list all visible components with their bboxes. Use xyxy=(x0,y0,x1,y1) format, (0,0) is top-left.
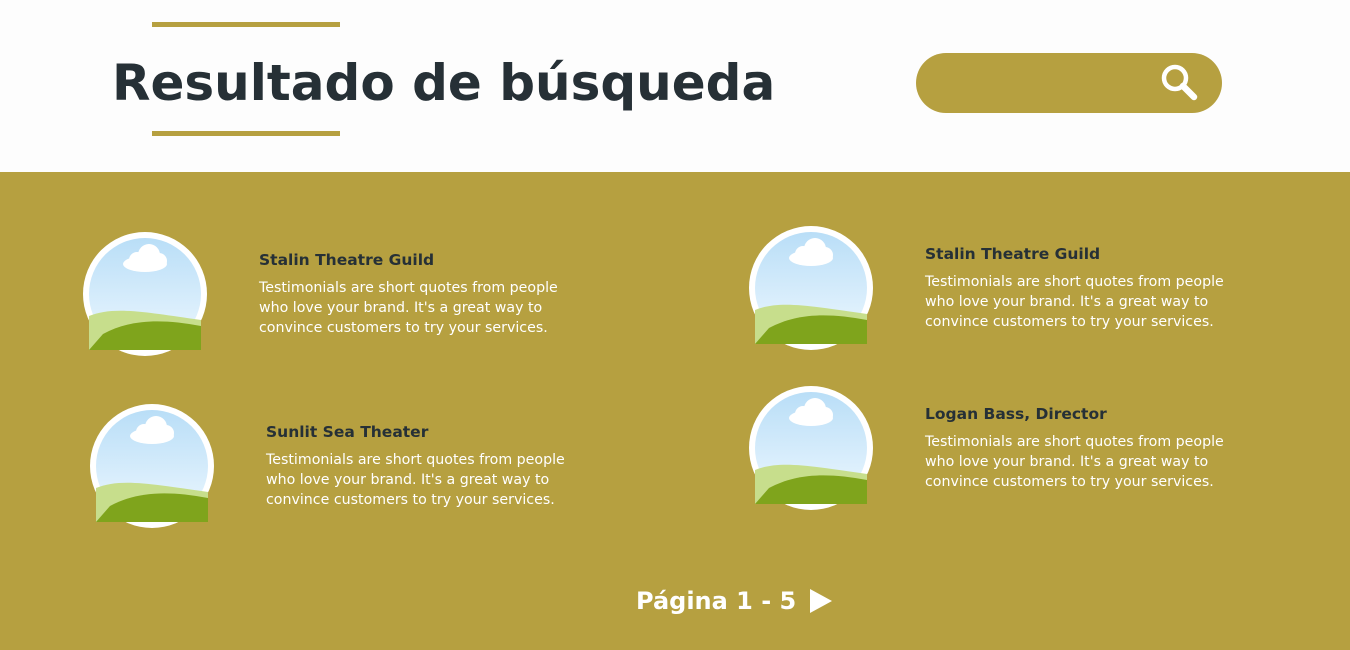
header: Resultado de búsqueda xyxy=(0,0,1350,172)
next-page-button[interactable] xyxy=(808,587,834,615)
page-indicator: Página 1 - 5 xyxy=(636,587,797,615)
search-input[interactable] xyxy=(940,53,1150,113)
result-text: Logan Bass, Director Testimonials are sh… xyxy=(925,404,1255,492)
search-results-page: Resultado de búsqueda Stalin Theatre Gui… xyxy=(0,0,1350,650)
result-text: Stalin Theatre Guild Testimonials are sh… xyxy=(259,250,589,338)
result-description: Testimonials are short quotes from peopl… xyxy=(259,280,558,336)
result-card[interactable]: Logan Bass, Director Testimonials are sh… xyxy=(749,386,1309,516)
result-text: Sunlit Sea Theater Testimonials are shor… xyxy=(266,422,596,510)
result-description: Testimonials are short quotes from peopl… xyxy=(266,452,565,508)
search-bar xyxy=(916,53,1222,113)
title-rule-top xyxy=(152,22,340,27)
result-name: Logan Bass, Director xyxy=(925,405,1107,423)
result-name: Stalin Theatre Guild xyxy=(925,245,1101,263)
landscape-image-icon xyxy=(90,404,214,528)
title-rule-bottom xyxy=(152,131,340,136)
pagination: Página 1 - 5 xyxy=(636,583,834,619)
result-text: Stalin Theatre Guild Testimonials are sh… xyxy=(925,244,1255,332)
result-card[interactable]: Stalin Theatre Guild Testimonials are sh… xyxy=(83,232,643,362)
results-section: Stalin Theatre Guild Testimonials are sh… xyxy=(0,172,1350,650)
play-arrow-icon xyxy=(810,589,833,613)
landscape-image-icon xyxy=(83,232,207,356)
landscape-image-icon xyxy=(749,386,873,510)
result-card[interactable]: Sunlit Sea Theater Testimonials are shor… xyxy=(90,404,650,534)
result-name: Sunlit Sea Theater xyxy=(266,423,429,441)
landscape-image-icon xyxy=(749,226,873,350)
search-button[interactable] xyxy=(1156,61,1202,105)
result-name: Stalin Theatre Guild xyxy=(259,251,435,269)
result-description: Testimonials are short quotes from peopl… xyxy=(925,434,1224,490)
result-card[interactable]: Stalin Theatre Guild Testimonials are sh… xyxy=(749,226,1309,356)
page-title: Resultado de búsqueda xyxy=(112,54,776,112)
result-description: Testimonials are short quotes from peopl… xyxy=(925,274,1224,330)
search-icon xyxy=(1161,64,1198,101)
